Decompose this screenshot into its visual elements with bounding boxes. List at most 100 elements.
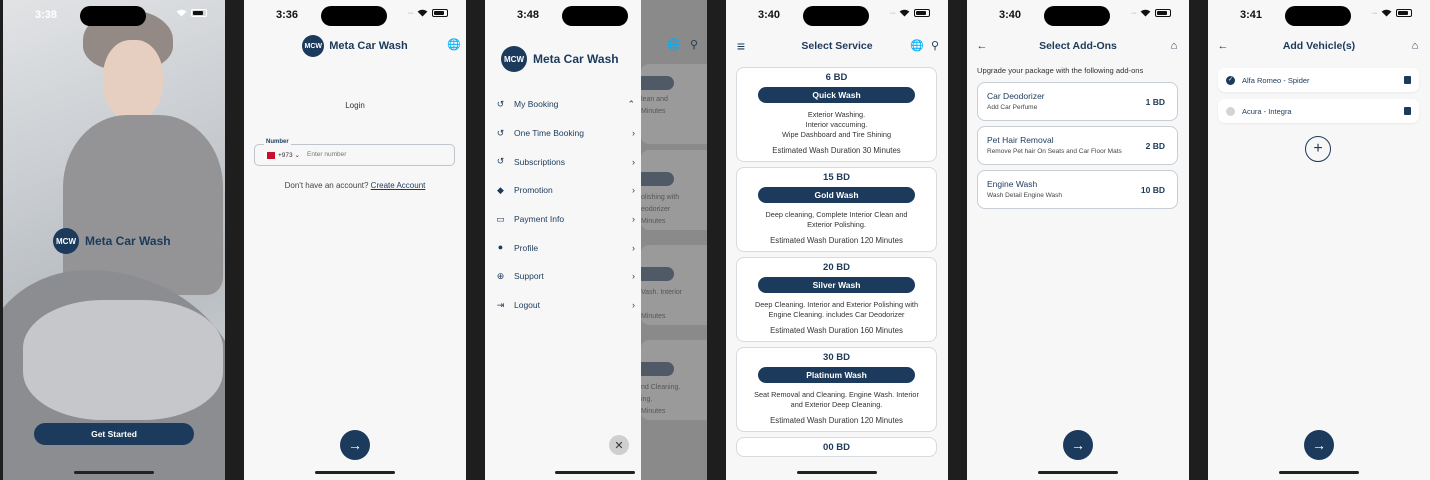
tag-icon: ◆ xyxy=(497,184,504,195)
person-icon: ● xyxy=(497,242,504,253)
signal-icon: ···· xyxy=(407,9,414,17)
menu-item-label: Subscriptions xyxy=(514,156,566,167)
menu-item-support[interactable]: ⊕ Support › xyxy=(495,262,635,291)
service-duration: Estimated Wash Duration 120 Minutes xyxy=(770,416,903,425)
chevron-up-icon: ⌃ xyxy=(627,98,635,109)
next-button[interactable]: → xyxy=(1063,430,1093,460)
service-name: Platinum Wash xyxy=(758,367,915,383)
status-time: 3:48 xyxy=(517,9,540,21)
bahrain-flag-icon xyxy=(264,152,275,159)
menu-item-profile[interactable]: ● Profile › xyxy=(495,233,635,262)
signup-prompt: Don't have an account? Create Account xyxy=(244,181,466,190)
status-time: 3:40 xyxy=(758,9,781,21)
dimmed-content[interactable]: 🌐 ⚲ lean and Minutes olishing with eodor… xyxy=(641,0,707,480)
menu-item-promotion[interactable]: ◆ Promotion › xyxy=(495,176,635,205)
unchecked-radio-icon[interactable] xyxy=(1226,106,1235,116)
get-started-button[interactable]: Get Started xyxy=(34,423,194,445)
menu-item-logout[interactable]: ⇥ Logout › xyxy=(495,291,635,320)
menu-item-payment-info[interactable]: ▭ Payment Info › xyxy=(495,205,635,234)
service-price: 20 BD xyxy=(823,262,850,273)
status-bar: 3:41 ···· xyxy=(1208,0,1430,32)
globe-icon[interactable]: 🌐 xyxy=(447,38,461,52)
splash-screen: 3:38 MCW Meta Car Wash Get Started xyxy=(3,0,225,480)
menu-item-label: Promotion xyxy=(514,185,553,196)
ghost-text: Vash. Interior Minutes xyxy=(641,289,683,320)
add-on-card[interactable]: Pet Hair Removal Remove Pet hair On Seat… xyxy=(977,126,1178,165)
dynamic-island xyxy=(321,6,387,26)
wifi-icon xyxy=(899,9,910,17)
battery-icon xyxy=(1155,9,1171,17)
service-card[interactable]: 20 BD Silver Wash Deep Cleaning. Interio… xyxy=(736,257,937,342)
location-pin-icon[interactable]: ⚲ xyxy=(928,39,942,53)
location-pin-icon: ⚲ xyxy=(689,39,699,51)
chevron-right-icon: › xyxy=(632,300,635,311)
menu-item-my-booking[interactable]: ↺ My Booking ⌃ xyxy=(495,90,635,119)
add-ons-screen: 3:40 ···· ← Select Add-Ons ⌂ Upgrade you… xyxy=(967,0,1189,480)
wifi-icon xyxy=(1381,9,1392,17)
logo-badge: MCW xyxy=(53,228,79,254)
service-name: Quick Wash xyxy=(758,87,915,103)
close-menu-button[interactable]: ✕ xyxy=(609,435,629,455)
service-price: 00 BD xyxy=(823,442,850,453)
status-time: 3:40 xyxy=(999,9,1022,21)
add-on-card[interactable]: Engine Wash Wash Detail Engine Wash 10 B… xyxy=(977,170,1178,209)
home-settings-icon[interactable]: ⌂ xyxy=(1167,39,1181,53)
chevron-right-icon: › xyxy=(632,185,635,196)
menu-item-subscriptions[interactable]: ↺ Subscriptions › xyxy=(495,147,635,176)
phone-field[interactable]: Number +973 ⌄ xyxy=(254,139,455,166)
menu-item-one-time-booking[interactable]: ↺ One Time Booking › xyxy=(495,119,635,148)
vehicle-name: Alfa Romeo - Spider xyxy=(1242,75,1310,85)
service-card[interactable]: 30 BD Platinum Wash Seat Removal and Cle… xyxy=(736,347,937,432)
next-button[interactable]: → xyxy=(340,430,370,460)
service-description: Exterior Washing. Interior vaccuming. Wi… xyxy=(781,110,892,139)
service-description: Deep Cleaning. Interior and Exterior Pol… xyxy=(754,300,919,319)
brand-name: Meta Car Wash xyxy=(85,234,171,248)
wifi-icon xyxy=(1140,9,1151,17)
vehicle-list: ✓ Alfa Romeo - Spider Acura - Integra xyxy=(1218,68,1419,130)
add-on-description: Remove Pet hair On Seats and Car Floor M… xyxy=(987,148,1122,155)
history-icon: ↺ xyxy=(496,127,505,138)
country-code-select[interactable]: +973 ⌄ xyxy=(278,151,300,159)
service-card[interactable]: 15 BD Gold Wash Deep cleaning, Complete … xyxy=(736,167,937,252)
status-bar: 3:40 ···· xyxy=(967,0,1189,32)
service-card[interactable]: 6 BD Quick Wash Exterior Washing. Interi… xyxy=(736,67,937,162)
status-bar: 3:40 ···· xyxy=(726,0,948,32)
globe-icon[interactable]: 🌐 xyxy=(910,39,924,53)
create-account-link[interactable]: Create Account xyxy=(371,181,426,190)
brand-logo: MCW Meta Car Wash xyxy=(53,228,171,254)
add-on-price: 2 BD xyxy=(1145,140,1165,151)
next-button[interactable]: → xyxy=(1304,430,1334,460)
status-time: 3:41 xyxy=(1240,9,1263,21)
menu-item-label: Payment Info xyxy=(514,214,565,225)
add-on-card[interactable]: Car Deodorizer Add Car Perfume 1 BD xyxy=(977,82,1178,121)
add-on-name: Engine Wash xyxy=(987,179,1038,189)
dynamic-island xyxy=(562,6,628,26)
brand-name: Meta Car Wash xyxy=(329,40,408,52)
service-duration: Estimated Wash Duration 120 Minutes xyxy=(770,236,903,245)
trash-icon[interactable] xyxy=(1404,107,1411,115)
ghost-card: Vash. Interior Minutes xyxy=(641,245,707,325)
add-vehicle-button[interactable]: + xyxy=(1305,136,1331,162)
home-indicator xyxy=(797,471,877,474)
phone-input[interactable] xyxy=(307,151,447,158)
page-title: Add Vehicle(s) xyxy=(1282,40,1356,52)
vehicle-row[interactable]: ✓ Alfa Romeo - Spider xyxy=(1218,68,1419,92)
service-price: 30 BD xyxy=(823,352,850,363)
home-indicator xyxy=(1279,471,1359,474)
vehicle-row[interactable]: Acura - Integra xyxy=(1218,99,1419,123)
status-bar: 3:38 xyxy=(3,0,225,32)
service-card[interactable]: 00 BD xyxy=(736,437,937,457)
service-price: 15 BD xyxy=(823,172,850,183)
trash-icon[interactable] xyxy=(1404,76,1411,84)
app-header: ← Select Add-Ons ⌂ xyxy=(967,32,1189,60)
dynamic-island xyxy=(80,6,146,26)
card-icon: ▭ xyxy=(496,213,505,224)
logo-badge: MCW xyxy=(501,46,527,72)
country-code: +973 xyxy=(278,152,293,159)
checked-radio-icon[interactable]: ✓ xyxy=(1226,75,1235,85)
service-duration: Estimated Wash Duration 160 Minutes xyxy=(770,326,903,335)
home-settings-icon[interactable]: ⌂ xyxy=(1408,39,1422,53)
home-indicator xyxy=(555,471,635,474)
chevron-right-icon: › xyxy=(632,242,635,253)
service-name: Gold Wash xyxy=(758,187,915,203)
